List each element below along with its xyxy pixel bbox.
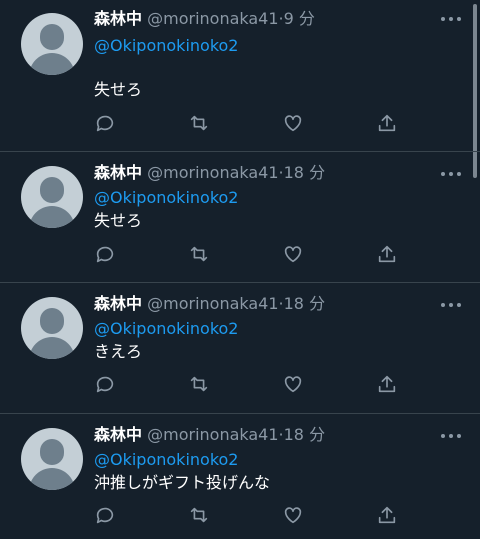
tweet[interactable]: 森林中 @morinonaka41·9 分 @Okiponokinoko2 失せ… [0, 0, 480, 152]
retweet-icon[interactable] [188, 373, 212, 397]
more-icon[interactable] [440, 15, 464, 23]
retweet-icon[interactable] [188, 112, 212, 136]
tweet-header: 森林中 @morinonaka41·18 分 [94, 293, 325, 315]
retweet-icon[interactable] [188, 504, 212, 528]
user-handle[interactable]: @morinonaka41 [147, 163, 278, 182]
tweet-header: 森林中 @morinonaka41·9 分 [94, 8, 315, 30]
tweet-text: 失せろ [94, 211, 143, 230]
mention-link[interactable]: @Okiponokinoko2 [94, 35, 238, 57]
reply-icon[interactable] [94, 504, 118, 528]
mention-link[interactable]: @Okiponokinoko2 [94, 449, 238, 471]
tweet-header: 森林中 @morinonaka41·18 分 [94, 162, 325, 184]
tweet[interactable]: 森林中 @morinonaka41·18 分 @Okiponokinoko2 失… [0, 152, 480, 283]
user-handle[interactable]: @morinonaka41 [147, 425, 278, 444]
share-icon[interactable] [376, 243, 400, 267]
tweet-actions [94, 243, 414, 267]
reply-icon[interactable] [94, 243, 118, 267]
avatar[interactable] [21, 13, 83, 75]
reply-icon[interactable] [94, 112, 118, 136]
display-name[interactable]: 森林中 [94, 425, 142, 444]
mention-link[interactable]: @Okiponokinoko2 [94, 318, 238, 340]
more-icon[interactable] [440, 170, 464, 178]
tweet-actions [94, 112, 414, 136]
heart-icon[interactable] [282, 504, 306, 528]
timestamp[interactable]: 9 分 [284, 9, 315, 28]
display-name[interactable]: 森林中 [94, 163, 142, 182]
avatar[interactable] [21, 297, 83, 359]
tweet-actions [94, 504, 414, 528]
timestamp[interactable]: 18 分 [284, 294, 325, 313]
tweet-header: 森林中 @morinonaka41·18 分 [94, 424, 325, 446]
retweet-icon[interactable] [188, 243, 212, 267]
share-icon[interactable] [376, 373, 400, 397]
share-icon[interactable] [376, 504, 400, 528]
user-handle[interactable]: @morinonaka41 [147, 294, 278, 313]
timestamp[interactable]: 18 分 [284, 425, 325, 444]
tweet[interactable]: 森林中 @morinonaka41·18 分 @Okiponokinoko2 き… [0, 283, 480, 414]
display-name[interactable]: 森林中 [94, 9, 142, 28]
avatar[interactable] [21, 166, 83, 228]
heart-icon[interactable] [282, 112, 306, 136]
timestamp[interactable]: 18 分 [284, 163, 325, 182]
avatar[interactable] [21, 428, 83, 490]
tweet-text: きえろ [94, 342, 143, 361]
more-icon[interactable] [440, 301, 464, 309]
tweet[interactable]: 森林中 @morinonaka41·18 分 @Okiponokinoko2 沖… [0, 414, 480, 539]
tweet-actions [94, 373, 414, 397]
mention-link[interactable]: @Okiponokinoko2 [94, 187, 238, 209]
more-icon[interactable] [440, 432, 464, 440]
tweet-text: 沖推しがギフト投げんな [94, 473, 271, 492]
heart-icon[interactable] [282, 373, 306, 397]
share-icon[interactable] [376, 112, 400, 136]
reply-icon[interactable] [94, 373, 118, 397]
tweet-text: 失せろ [94, 80, 143, 99]
user-handle[interactable]: @morinonaka41 [147, 9, 278, 28]
display-name[interactable]: 森林中 [94, 294, 142, 313]
heart-icon[interactable] [282, 243, 306, 267]
